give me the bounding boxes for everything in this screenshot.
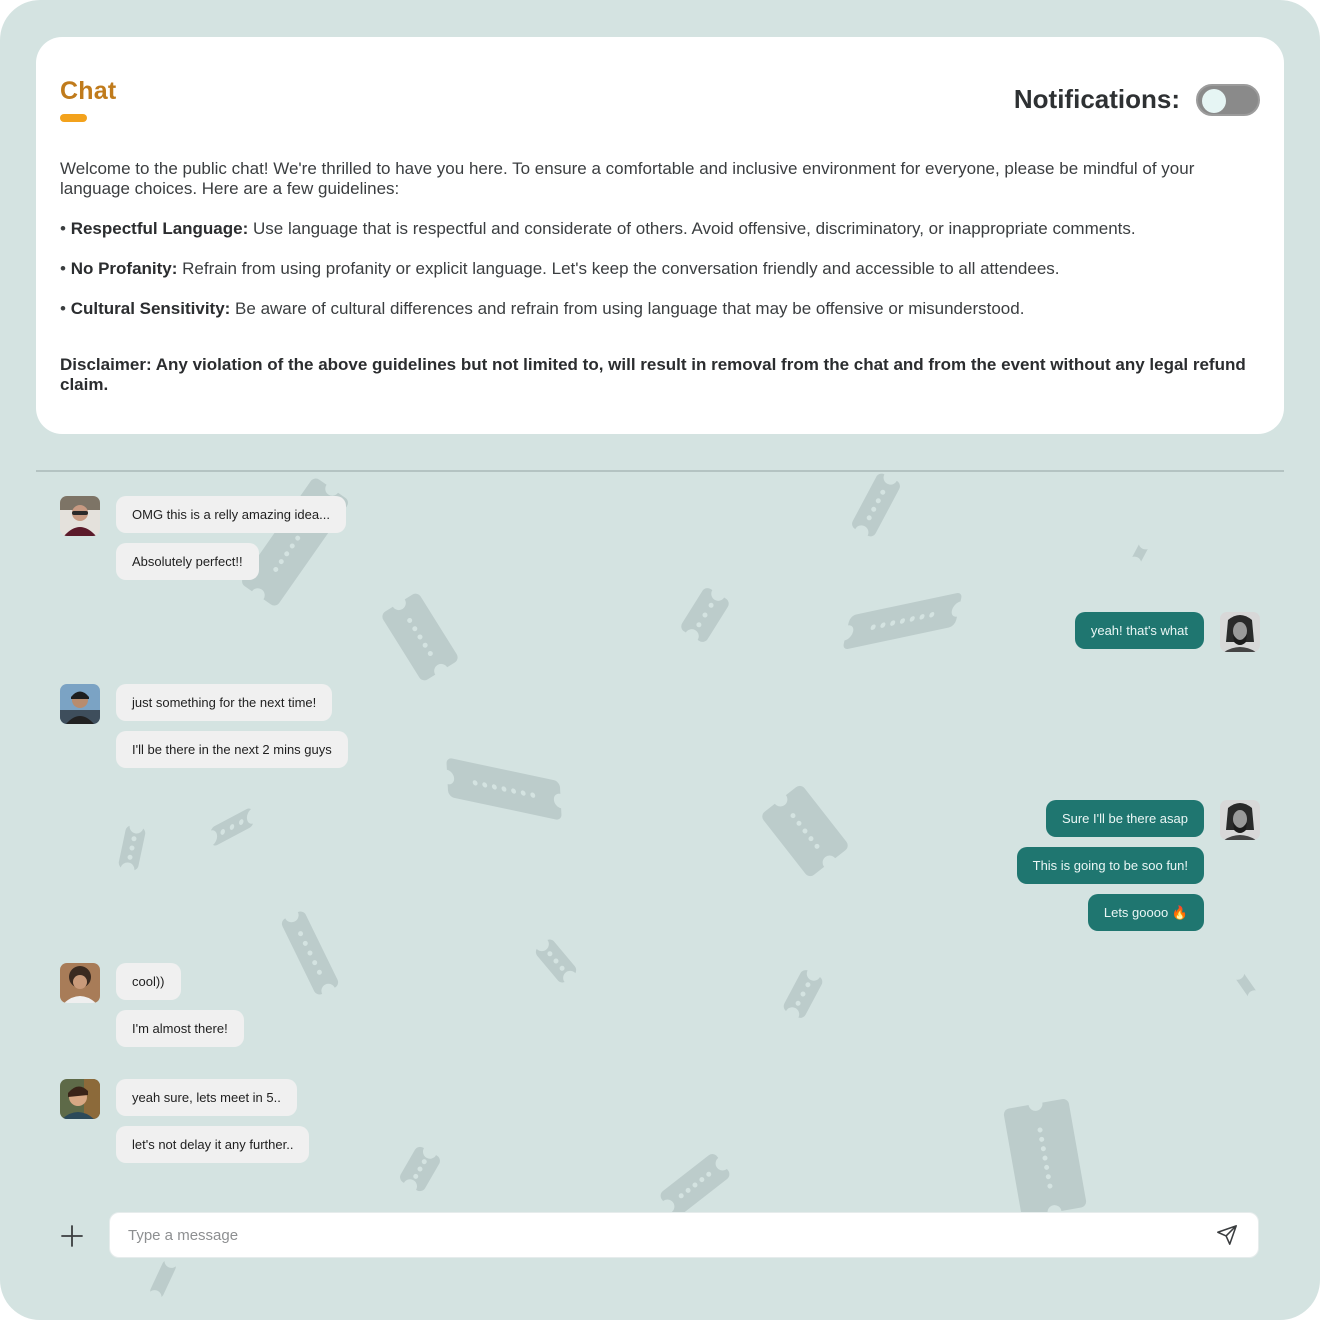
ticket-decoration [849, 471, 903, 539]
chat-window: Chat Notifications: Welcome to the publi… [0, 0, 1320, 1320]
title-accent-bar [60, 114, 87, 122]
avatar[interactable] [1220, 612, 1260, 652]
ticket-decoration [397, 1144, 443, 1194]
divider [36, 470, 1284, 472]
ticket-decoration [1233, 969, 1259, 1001]
message-bubble[interactable]: let's not delay it any further.. [116, 1126, 310, 1163]
guideline-title: Respectful Language: [70, 219, 249, 238]
page-title: Chat [60, 77, 117, 105]
guideline-text: Use language that is respectful and cons… [248, 219, 1136, 238]
message-bubble[interactable]: cool)) [116, 963, 181, 1000]
message-bubble[interactable]: OMG this is a relly amazing idea... [116, 496, 346, 533]
ticket-decoration [117, 824, 147, 872]
guideline-title: Cultural Sensitivity: [70, 299, 231, 318]
ticket-decoration [658, 1151, 732, 1219]
chat-guidelines-card: Chat Notifications: Welcome to the publi… [36, 37, 1284, 434]
guideline-item: • Cultural Sensitivity: Be aware of cult… [60, 299, 1025, 318]
avatar[interactable] [60, 1079, 100, 1119]
send-button[interactable] [1216, 1224, 1238, 1246]
ticket-decoration [148, 1257, 178, 1301]
ticket-decoration [842, 591, 963, 651]
guidelines-text: Welcome to the public chat! We're thrill… [60, 159, 1260, 415]
ticket-decoration [1129, 540, 1151, 566]
ticket-decoration [1002, 1098, 1088, 1218]
ticket-decoration [380, 591, 460, 683]
avatar[interactable] [60, 963, 100, 1003]
message-composer [109, 1212, 1259, 1258]
message-input[interactable] [128, 1213, 1198, 1257]
ticket-decoration [759, 783, 851, 879]
message-bubble[interactable]: I'm almost there! [116, 1010, 244, 1047]
ticket-decoration [781, 968, 825, 1020]
guideline-item: • No Profanity: Refrain from using profa… [60, 259, 1060, 278]
notifications-label: Notifications: [1013, 84, 1180, 114]
message-bubble[interactable]: Absolutely perfect!! [116, 543, 259, 580]
add-attachment-button[interactable] [60, 1224, 84, 1248]
avatar[interactable] [60, 684, 100, 724]
message-bubble[interactable]: yeah! that's what [1074, 612, 1204, 649]
guidelines-intro: Welcome to the public chat! We're thrill… [60, 159, 1195, 198]
avatar[interactable] [60, 496, 100, 536]
guideline-item: • Respectful Language: Use language that… [60, 219, 1136, 238]
ticket-decoration [446, 757, 562, 821]
disclaimer: Disclaimer: Any violation of the above g… [60, 355, 1246, 394]
notifications-toggle[interactable] [1196, 84, 1260, 116]
send-icon[interactable] [1216, 1224, 1238, 1246]
guideline-text: Be aware of cultural differences and ref… [230, 299, 1025, 318]
avatar[interactable] [1220, 800, 1260, 840]
plus-icon[interactable] [60, 1224, 84, 1248]
guideline-text: Refrain from using profanity or explicit… [177, 259, 1060, 278]
message-bubble[interactable]: Lets goooo 🔥 [1087, 894, 1204, 931]
ticket-decoration [209, 806, 255, 848]
ticket-decoration [533, 937, 579, 985]
ticket-decoration [679, 585, 731, 645]
message-bubble[interactable]: yeah sure, lets meet in 5.. [116, 1079, 297, 1116]
ticket-decoration [279, 909, 341, 997]
message-bubble[interactable]: just something for the next time! [116, 684, 333, 721]
toggle-knob[interactable] [1202, 89, 1226, 113]
message-bubble[interactable]: I'll be there in the next 2 mins guys [116, 731, 348, 768]
message-bubble[interactable]: Sure I'll be there asap [1045, 800, 1204, 837]
guideline-title: No Profanity: [70, 259, 178, 278]
message-bubble[interactable]: This is going to be soo fun! [1016, 847, 1204, 884]
